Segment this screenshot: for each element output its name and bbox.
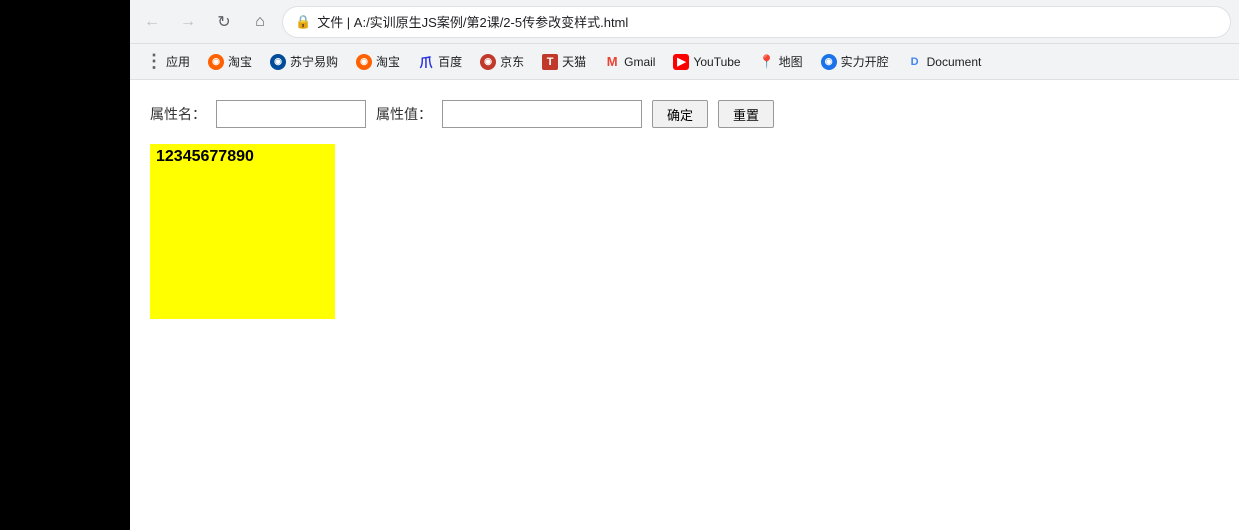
tmall-icon: T xyxy=(542,54,558,70)
bookmark-doc-label: Document xyxy=(927,55,982,69)
demo-box: 12345677890 xyxy=(150,144,335,319)
attr-value-input[interactable] xyxy=(442,100,642,128)
bookmark-apps-label: 应用 xyxy=(166,53,190,70)
bookmark-gmail[interactable]: M Gmail xyxy=(596,50,663,74)
reset-button[interactable]: 重置 xyxy=(718,100,774,128)
bookmarks-bar: ⋮ 应用 ◉ 淘宝 ◉ 苏宁易购 ◉ 淘宝 爪 百度 ◉ 京东 T 天猫 M xyxy=(130,44,1239,80)
forward-button[interactable]: → xyxy=(174,8,202,36)
toolbar: 属性名： 属性值： 确定 重置 xyxy=(150,100,1219,128)
bookmark-tmall-label: 天猫 xyxy=(562,53,586,70)
browser-chrome: ← → ↻ ⌂ 🔒 文件 | A:/实训原生JS案例/第2课/2-5传参改变样式… xyxy=(130,0,1239,80)
bookmark-ditu[interactable]: 📍 地图 xyxy=(751,49,811,74)
address-bar[interactable]: 🔒 文件 | A:/实训原生JS案例/第2课/2-5传参改变样式.html xyxy=(282,6,1231,38)
bookmark-baidu[interactable]: 爪 百度 xyxy=(410,49,470,74)
confirm-button[interactable]: 确定 xyxy=(652,100,708,128)
attr-name-input[interactable] xyxy=(216,100,366,128)
bookmark-ditu-label: 地图 xyxy=(779,53,803,70)
bookmark-shili-label: 实力开腔 xyxy=(841,53,889,70)
jingdong-icon: ◉ xyxy=(480,54,496,70)
left-black-panel xyxy=(0,0,130,530)
attr-value-label: 属性值： xyxy=(376,104,432,124)
bookmark-taobao1-label: 淘宝 xyxy=(228,53,252,70)
bookmark-youtube-label: YouTube xyxy=(693,55,740,69)
bookmark-jingdong[interactable]: ◉ 京东 xyxy=(472,49,532,74)
bookmark-jingdong-label: 京东 xyxy=(500,53,524,70)
apps-icon: ⋮ xyxy=(146,54,162,70)
attr-name-label: 属性名： xyxy=(150,104,206,124)
baidu-icon: 爪 xyxy=(418,54,434,70)
bookmark-shili[interactable]: ◉ 实力开腔 xyxy=(813,49,897,74)
nav-bar: ← → ↻ ⌂ 🔒 文件 | A:/实训原生JS案例/第2课/2-5传参改变样式… xyxy=(130,0,1239,44)
gmail-icon: M xyxy=(604,54,620,70)
bookmark-baidu-label: 百度 xyxy=(438,53,462,70)
bookmark-suning[interactable]: ◉ 苏宁易购 xyxy=(262,49,346,74)
demo-text: 12345677890 xyxy=(156,148,254,166)
bookmark-taobao1[interactable]: ◉ 淘宝 xyxy=(200,49,260,74)
youtube-icon: ▶ xyxy=(673,54,689,70)
bookmark-tmall[interactable]: T 天猫 xyxy=(534,49,594,74)
refresh-button[interactable]: ↻ xyxy=(210,8,238,36)
bookmark-suning-label: 苏宁易购 xyxy=(290,53,338,70)
bookmark-taobao2[interactable]: ◉ 淘宝 xyxy=(348,49,408,74)
security-icon: 🔒 xyxy=(295,14,311,30)
back-button[interactable]: ← xyxy=(138,8,166,36)
bookmark-gmail-label: Gmail xyxy=(624,55,655,69)
bookmark-taobao2-label: 淘宝 xyxy=(376,53,400,70)
ditu-icon: 📍 xyxy=(759,54,775,70)
bookmark-youtube[interactable]: ▶ YouTube xyxy=(665,50,748,74)
taobao2-icon: ◉ xyxy=(356,54,372,70)
doc-icon: D xyxy=(907,54,923,70)
shili-icon: ◉ xyxy=(821,54,837,70)
taobao1-icon: ◉ xyxy=(208,54,224,70)
suning-icon: ◉ xyxy=(270,54,286,70)
bookmark-doc[interactable]: D Document xyxy=(899,50,990,74)
bookmark-apps[interactable]: ⋮ 应用 xyxy=(138,49,198,74)
home-button[interactable]: ⌂ xyxy=(246,8,274,36)
address-text: 文件 | A:/实训原生JS案例/第2课/2-5传参改变样式.html xyxy=(317,12,628,31)
page-content: 属性名： 属性值： 确定 重置 12345677890 xyxy=(130,80,1239,530)
